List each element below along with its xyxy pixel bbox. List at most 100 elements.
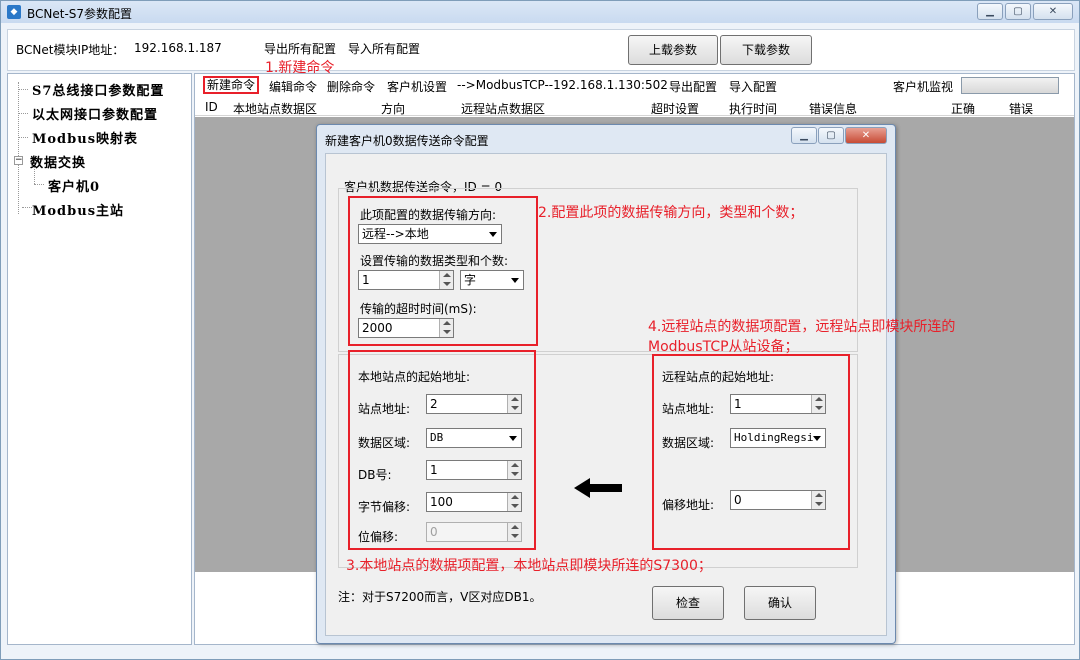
config-tree: − S7总线接口参数配置 以太网接口参数配置 Modbus映射表 数据交换 客户… [7, 73, 192, 645]
download-params-button[interactable]: 下载参数 [720, 35, 812, 65]
local-area-select[interactable]: DB [426, 428, 522, 448]
direction-label: 此项配置的数据传输方向: [360, 208, 497, 222]
minimize-icon[interactable]: ▁ [977, 3, 1003, 20]
direction-value: 远程-->本地 [362, 227, 429, 241]
collapse-icon[interactable]: − [14, 156, 23, 165]
col-error: 错误 [1009, 102, 1034, 116]
ip-input[interactable]: 192.168.1.187 [134, 41, 222, 55]
export-config-button[interactable]: 导出配置 [669, 78, 717, 95]
col-local-area: 本地站点数据区 [233, 102, 318, 116]
remote-area-value: HoldingRegsi [734, 431, 814, 444]
remote-offset-stepper[interactable]: 0 [730, 490, 826, 510]
spinner-icon[interactable] [507, 461, 521, 479]
import-all-link[interactable]: 导入所有配置 [348, 40, 420, 57]
check-button[interactable]: 检查 [652, 586, 724, 620]
command-toolbar: 新建命令 编辑命令 删除命令 客户机设置 -->ModbusTCP--192.1… [195, 74, 1074, 96]
annotation-4-line2: ModbusTCP从站设备； [648, 339, 799, 355]
spinner-icon[interactable] [439, 271, 453, 289]
local-area-value: DB [430, 431, 444, 444]
db-stepper[interactable]: 1 [426, 460, 522, 480]
edit-command-button[interactable]: 编辑命令 [269, 78, 317, 95]
import-config-button[interactable]: 导入配置 [729, 78, 777, 95]
remote-area-select[interactable]: HoldingRegsi [730, 428, 826, 448]
type-select[interactable]: 字 [460, 270, 524, 290]
col-timeout: 超时设置 [651, 102, 700, 116]
col-correct: 正确 [951, 102, 976, 116]
local-station-value: 2 [430, 397, 438, 411]
dialog-close-icon[interactable]: ✕ [845, 127, 887, 144]
ip-label: BCNet模块IP地址： [16, 43, 125, 57]
client-settings-button[interactable]: 客户机设置 [387, 78, 447, 95]
client-monitor-label: 客户机监视 [893, 80, 954, 94]
byte-offset-stepper[interactable]: 100 [426, 492, 522, 512]
tree-item-modbus-master[interactable]: Modbus主站 [32, 200, 124, 219]
remote-station-stepper[interactable]: 1 [730, 394, 826, 414]
window-title: BCNet-S7参数配置 [27, 7, 133, 21]
upload-params-button[interactable]: 上载参数 [628, 35, 718, 65]
export-all-link[interactable]: 导出所有配置 [264, 40, 336, 57]
annotation-3: 3.本地站点的数据项配置，本地站点即模块所连的S7300； [346, 558, 712, 574]
timeout-stepper[interactable]: 2000 [358, 318, 454, 338]
remote-header: 远程站点的起始地址: [662, 370, 775, 384]
remote-station-label: 站点地址: [662, 402, 715, 416]
client-monitor-button[interactable] [961, 77, 1059, 94]
chevron-down-icon [509, 436, 517, 441]
arrow-left-icon [574, 478, 622, 498]
db-label: DB号: [358, 468, 392, 482]
count-stepper[interactable]: 1 [358, 270, 454, 290]
dialog-title: 新建客户机0数据传送命令配置 [325, 134, 489, 148]
bit-offset-stepper: 0 [426, 522, 522, 542]
note-text: 注：对于S7200而言，V区对应DB1。 [338, 590, 542, 604]
tree-item-client0[interactable]: 客户机0 [48, 176, 100, 195]
app-icon: ◆ [7, 5, 21, 19]
annotation-2: 2.配置此项的数据传输方向，类型和个数； [538, 205, 804, 221]
col-remote-area: 远程站点数据区 [461, 102, 546, 116]
spinner-icon[interactable] [507, 395, 521, 413]
remote-offset-value: 0 [734, 493, 742, 507]
chevron-down-icon [489, 232, 497, 237]
chevron-down-icon [813, 436, 821, 441]
col-direction: 方向 [381, 102, 406, 116]
confirm-button[interactable]: 确认 [744, 586, 816, 620]
bit-offset-value: 0 [430, 525, 438, 539]
byte-offset-label: 字节偏移: [358, 500, 411, 514]
delete-command-button[interactable]: 删除命令 [327, 78, 375, 95]
type-count-label: 设置传输的数据类型和个数: [360, 254, 509, 268]
dialog-maximize-icon[interactable]: ▢ [818, 127, 844, 144]
spinner-icon [507, 523, 521, 541]
timeout-value: 2000 [362, 321, 393, 335]
title-bar: ◆ BCNet-S7参数配置 ▁ ▢ ✕ [1, 1, 1079, 23]
local-area-label: 数据区域: [358, 436, 411, 450]
tree-item-s7-bus[interactable]: S7总线接口参数配置 [32, 80, 164, 99]
bit-offset-label: 位偏移: [358, 530, 399, 544]
byte-offset-value: 100 [430, 495, 453, 509]
table-header: ID 本地站点数据区 方向 远程站点数据区 超时设置 执行时间 错误信息 正确 … [195, 98, 1074, 116]
tree-item-modbus-map[interactable]: Modbus映射表 [32, 128, 138, 147]
spinner-icon[interactable] [811, 491, 825, 509]
local-station-stepper[interactable]: 2 [426, 394, 522, 414]
chevron-down-icon [511, 278, 519, 283]
remote-area-label: 数据区域: [662, 436, 715, 450]
spinner-icon[interactable] [811, 395, 825, 413]
count-value: 1 [362, 273, 370, 287]
tree-item-ethernet[interactable]: 以太网接口参数配置 [32, 104, 158, 123]
tree-item-data-exchange[interactable]: 数据交换 [30, 152, 86, 171]
dialog-minimize-icon[interactable]: ▁ [791, 127, 817, 144]
type-value: 字 [464, 273, 477, 287]
local-station-label: 站点地址: [358, 402, 411, 416]
close-icon[interactable]: ✕ [1033, 3, 1073, 20]
top-bar: BCNet模块IP地址： 192.168.1.187 导出所有配置 导入所有配置… [7, 29, 1075, 71]
spinner-icon[interactable] [507, 493, 521, 511]
maximize-icon[interactable]: ▢ [1005, 3, 1031, 20]
remote-station-value: 1 [734, 397, 742, 411]
remote-offset-label: 偏移地址: [662, 498, 715, 512]
col-id: ID [205, 100, 218, 114]
timeout-label: 传输的超时时间(mS): [360, 302, 477, 316]
col-error-info: 错误信息 [809, 102, 858, 116]
annotation-4-line1: 4.远程站点的数据项配置，远程站点即模块所连的 [648, 319, 956, 335]
new-command-button[interactable]: 新建命令 [203, 76, 260, 94]
db-value: 1 [430, 463, 438, 477]
annotation-1: 1.新建命令 [265, 60, 335, 76]
spinner-icon[interactable] [439, 319, 453, 337]
direction-select[interactable]: 远程-->本地 [358, 224, 502, 244]
